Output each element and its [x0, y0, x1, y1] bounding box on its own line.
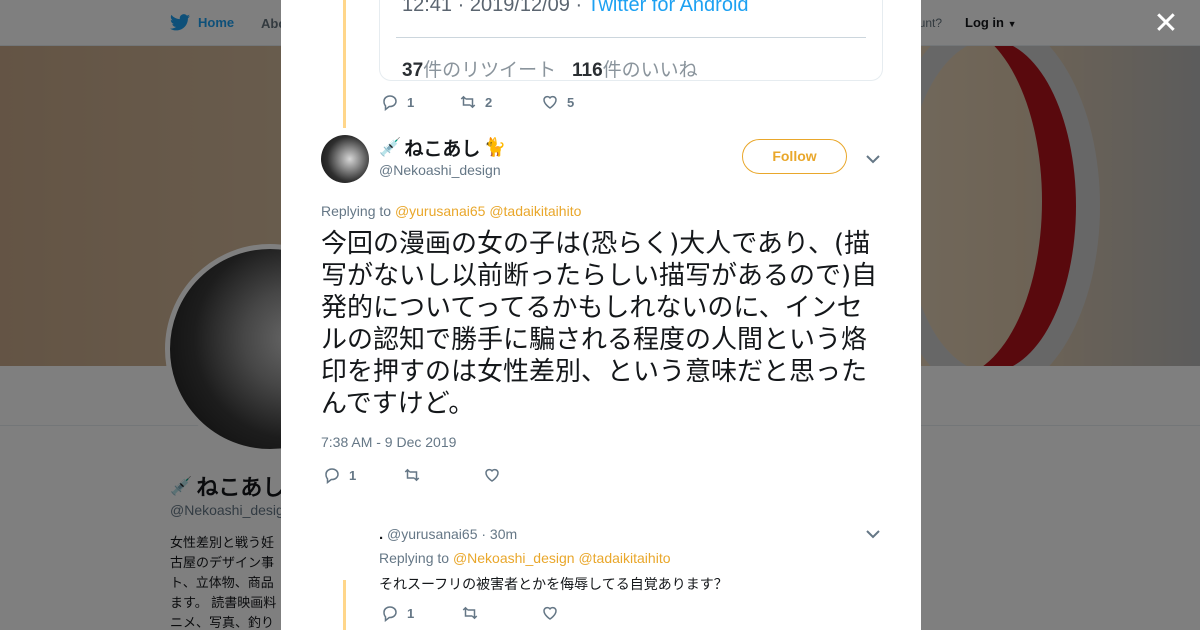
- quoted-client: Twitter for Android: [587, 0, 749, 16]
- reply-author-name[interactable]: .: [379, 526, 383, 543]
- reply-count: 1: [407, 94, 415, 110]
- retweet-icon: [460, 95, 476, 109]
- reply-count: 1: [349, 467, 357, 483]
- thread-line: [343, 580, 346, 630]
- like-action[interactable]: 5: [541, 93, 577, 111]
- retweet-icon: [462, 606, 478, 620]
- replying-to: Replying to @Nekoashi_design @tadaikitai…: [379, 550, 671, 566]
- like-action[interactable]: [541, 604, 577, 622]
- close-icon[interactable]: ✕: [1152, 9, 1180, 39]
- quoted-like-label: 件のいいね: [602, 60, 698, 81]
- author-name-text: ねこあし: [404, 139, 481, 160]
- retweet-action[interactable]: [403, 466, 483, 484]
- reply-tweet-actions: 1: [381, 604, 577, 622]
- author-handle[interactable]: @Nekoashi_design: [379, 162, 501, 178]
- replying-to: Replying to @yurusanai65 @tadaikitaihito: [321, 203, 581, 219]
- tweet-actions: 1: [323, 466, 519, 484]
- tweet-timestamp[interactable]: 7:38 AM - 9 Dec 2019: [321, 434, 456, 450]
- quoted-tweet-image[interactable]: 12:41 · 2019/12/09 · Twitter for Android…: [379, 0, 883, 81]
- author-avatar[interactable]: [321, 135, 369, 183]
- tweet-permalink-modal: 12:41 · 2019/12/09 · Twitter for Android…: [281, 0, 921, 630]
- heart-icon: [543, 95, 557, 109]
- quoted-retweet-label: 件のリツイート: [423, 60, 557, 81]
- divider: [396, 37, 866, 38]
- author-display-name[interactable]: 💉 ねこあし 🐈: [379, 134, 506, 161]
- reply-icon: [383, 95, 397, 111]
- heart-icon: [485, 468, 499, 482]
- follow-button[interactable]: Follow: [742, 139, 847, 174]
- quoted-time-text: 12:41 · 2019/12/09 ·: [402, 0, 588, 16]
- mention-link[interactable]: @tadaikitaihito: [489, 203, 581, 219]
- cat-emoji-icon: 🐈: [483, 137, 506, 158]
- mention-link[interactable]: @yurusanai65: [395, 203, 486, 219]
- reply-action[interactable]: 1: [323, 466, 403, 484]
- mention-link[interactable]: @tadaikitaihito: [578, 550, 670, 566]
- prev-tweet-actions: 1 2 5: [381, 93, 577, 111]
- reply-tweet-text: それスーフリの被害者とかを侮辱してる自覚あります？: [379, 577, 728, 593]
- quoted-tweet-stats: 37件のリツイート 116件のいいね: [402, 55, 698, 81]
- retweet-count: 2: [485, 94, 493, 110]
- tweet-text: 今回の漫画の女の子は(恐らく)大人であり、(描写がないし以前断ったらしい描写があ…: [321, 229, 878, 419]
- replying-to-label: Replying to: [321, 203, 392, 219]
- reply-action[interactable]: 1: [381, 93, 459, 111]
- retweet-action[interactable]: [461, 604, 541, 622]
- chevron-down-icon[interactable]: [866, 154, 880, 164]
- heart-icon: [543, 606, 557, 620]
- reply-author-handle-time[interactable]: @yurusanai65 · 30m: [387, 526, 517, 542]
- reply-icon: [383, 606, 397, 622]
- quoted-retweet-count: 37: [402, 60, 424, 81]
- thread-line: [343, 0, 346, 128]
- reply-action[interactable]: 1: [381, 604, 461, 622]
- replying-to-label: Replying to: [379, 550, 450, 566]
- reply-count: 1: [407, 605, 415, 621]
- like-count: 5: [567, 94, 575, 110]
- quoted-like-count: 116: [572, 60, 603, 81]
- mention-link[interactable]: @Nekoashi_design: [453, 550, 575, 566]
- retweet-action[interactable]: 2: [459, 93, 541, 111]
- chevron-down-icon[interactable]: [866, 529, 880, 539]
- quoted-tweet-time: 12:41 · 2019/12/09 · Twitter for Android: [402, 0, 749, 17]
- reply-icon: [325, 468, 339, 484]
- retweet-icon: [404, 468, 420, 482]
- syringe-emoji-icon: 💉: [379, 137, 402, 158]
- like-action[interactable]: [483, 466, 519, 484]
